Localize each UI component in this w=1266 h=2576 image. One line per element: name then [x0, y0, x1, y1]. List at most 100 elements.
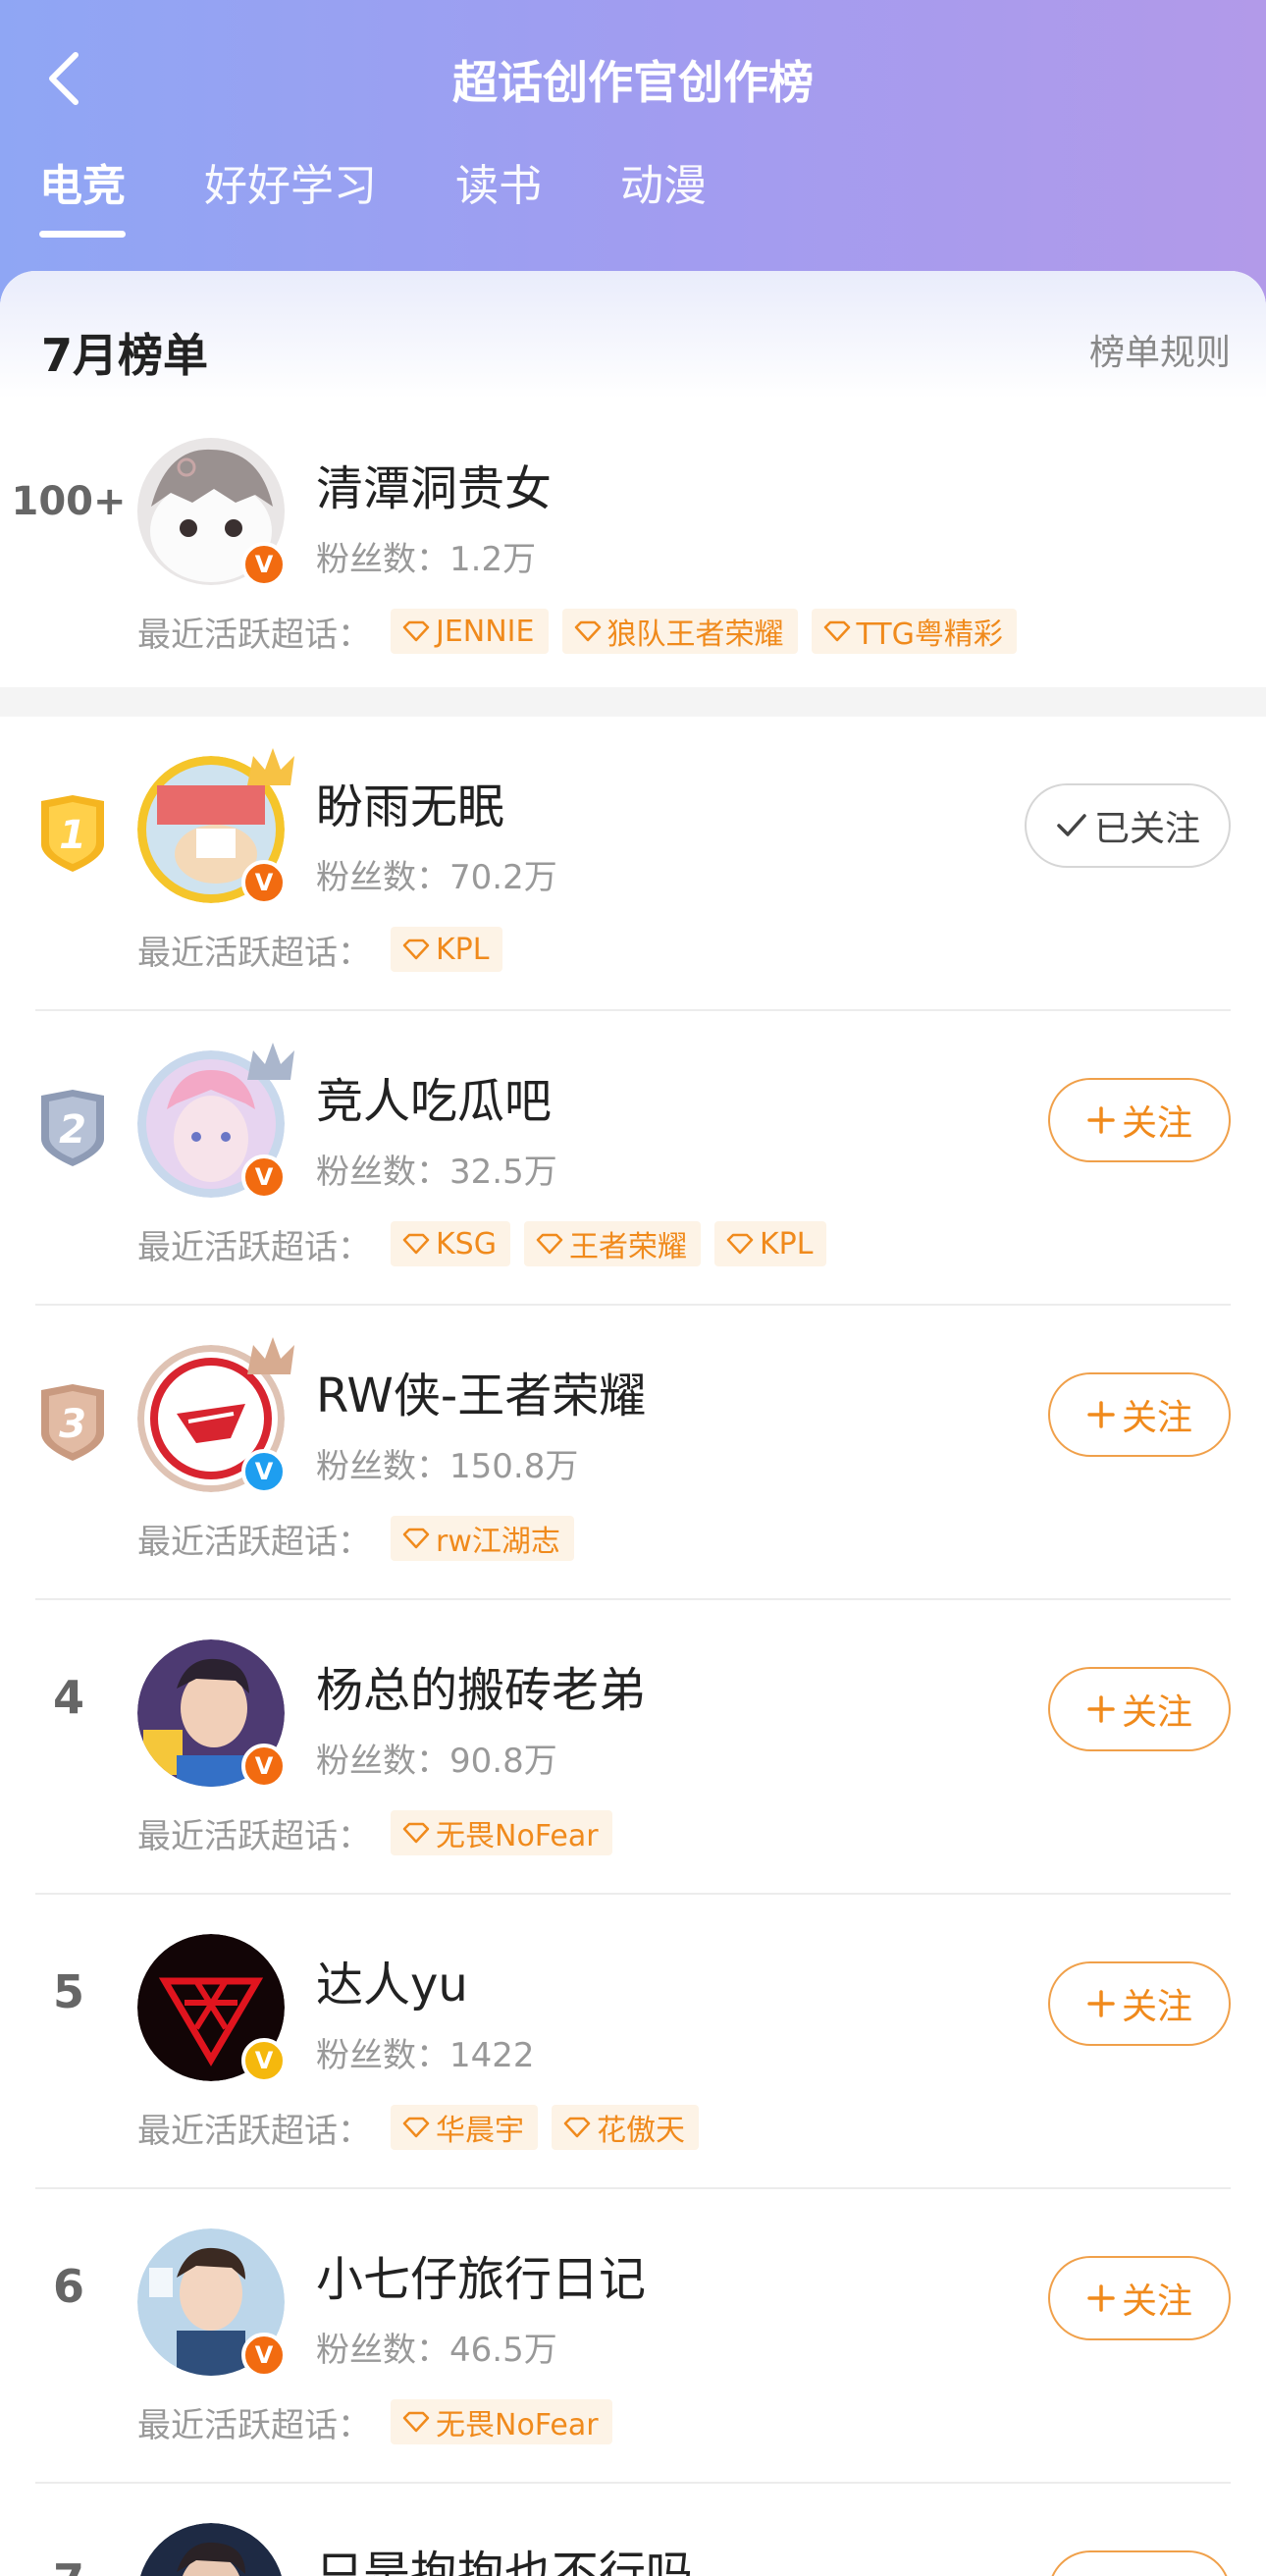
active-topics-label: 最近活跃超话： [137, 1227, 371, 1267]
diamond-icon [823, 620, 850, 642]
follow-button[interactable]: 关注 [1048, 2256, 1231, 2340]
tab-esports[interactable]: 电竞 [39, 157, 126, 245]
svg-text:2: 2 [59, 1107, 86, 1153]
topic-chip[interactable]: 狼队王者荣耀 [561, 609, 798, 654]
diamond-icon [536, 1233, 563, 1255]
active-topics-label: 最近活跃超话： [137, 2405, 371, 2445]
ranking-row[interactable]: 7 只是抱抱也不行吗 关注 [0, 2484, 1266, 2576]
crown-icon [247, 1337, 294, 1374]
active-topics-label: 最近活跃超话： [137, 1522, 371, 1562]
diamond-icon [402, 1528, 430, 1549]
followed-button[interactable]: 已关注 [1025, 783, 1231, 868]
user-name[interactable]: 竞人吃瓜吧 [316, 1062, 552, 1131]
diamond-icon [402, 2411, 430, 2433]
topic-chip[interactable]: 无畏NoFear [391, 2399, 612, 2444]
topic-chip[interactable]: 花傲天 [552, 2105, 699, 2150]
ranking-row[interactable]: 4 V 杨总的搬砖老弟 粉丝数：90.8万 关注 最近活跃超话： 无畏NoFea… [0, 1600, 1266, 1895]
rank-number: 5 [52, 1965, 84, 2018]
user-name[interactable]: 杨总的搬砖老弟 [316, 1651, 646, 1720]
avatar[interactable] [137, 2523, 285, 2576]
fan-count: 粉丝数：1422 [316, 2036, 535, 2075]
topic-chip[interactable]: TTG粤精彩 [811, 609, 1017, 654]
verified-badge-icon: V [241, 1744, 287, 1789]
plus-icon [1087, 1401, 1115, 1428]
diamond-icon [402, 1233, 430, 1255]
active-topics: 最近活跃超话： rw江湖志 [137, 1516, 588, 1562]
active-topics: 最近活跃超话： KSG 王者荣耀 KPL [137, 1221, 840, 1267]
ranking-row[interactable]: 5 V 达人yu 粉丝数：1422 关注 最近活跃超话： 华晨宇 花傲天 [0, 1895, 1266, 2189]
fan-count: 粉丝数：32.5万 [316, 1153, 557, 1192]
user-name[interactable]: 盼雨无眠 [316, 768, 504, 836]
crown-icon [247, 1043, 294, 1080]
topic-chip[interactable]: 华晨宇 [391, 2105, 538, 2150]
verified-badge-icon: V [241, 2038, 287, 2083]
tab-reading[interactable]: 读书 [455, 157, 542, 245]
topic-chip[interactable]: JENNIE [391, 609, 549, 654]
diamond-icon [402, 620, 430, 642]
user-name[interactable]: 小七仔旅行日记 [316, 2240, 646, 2309]
rank-number: 7 [0, 2554, 137, 2576]
fan-count: 粉丝数：1.2万 [316, 540, 537, 579]
follow-button[interactable]: 关注 [1048, 1078, 1231, 1162]
diamond-icon [402, 2117, 430, 2138]
page-title: 超话创作官创作榜 [452, 56, 814, 109]
topic-chip[interactable]: rw江湖志 [391, 1516, 574, 1561]
topic-chip[interactable]: KSG [391, 1221, 510, 1266]
topic-chip[interactable]: 无畏NoFear [391, 1810, 612, 1855]
panel-header: 7月榜单 榜单规则 [0, 271, 1266, 399]
verified-badge-icon: V [241, 2333, 287, 2378]
active-topics-label: 最近活跃超话： [137, 1816, 371, 1856]
topic-chip[interactable]: 王者荣耀 [523, 1221, 701, 1266]
plus-icon [1087, 1990, 1115, 2017]
svg-text:1: 1 [59, 813, 86, 858]
plus-icon [1087, 1695, 1115, 1723]
rank-number: 4 [52, 1671, 84, 1724]
follow-button[interactable]: 关注 [1048, 1667, 1231, 1751]
fan-count: 粉丝数：90.8万 [316, 1742, 557, 1781]
my-rank-row[interactable]: 100+ V 清潭洞贵女 粉丝数：1.2万 最近活跃超话： JENNIE 狼队王… [0, 399, 1266, 687]
plus-icon [1087, 2284, 1115, 2312]
ranking-row[interactable]: 1 V 盼雨无眠 粉丝数：70.2万 已关注 最近活跃超话： KPL [0, 717, 1266, 1011]
user-name[interactable]: 只是抱抱也不行吗 [316, 2535, 693, 2576]
verified-badge-icon: V [241, 860, 287, 905]
category-tabs: 电竞 好好学习 读书 动漫 [39, 157, 785, 245]
active-topics: 最近活跃超话： 无畏NoFear [137, 1810, 626, 1856]
fan-count: 粉丝数：150.8万 [316, 1447, 579, 1486]
follow-button[interactable]: 关注 [1048, 2550, 1231, 2576]
active-topics-label: 最近活跃超话： [137, 2111, 371, 2151]
user-name[interactable]: 达人yu [316, 1946, 468, 2014]
user-name[interactable]: RW侠-王者荣耀 [316, 1357, 646, 1425]
follow-button[interactable]: 关注 [1048, 1961, 1231, 2046]
ranking-row[interactable]: 2 V 竞人吃瓜吧 粉丝数：32.5万 关注 最近活跃超话： KSG 王者荣耀 … [0, 1011, 1266, 1306]
active-topics-label: 最近活跃超话： [137, 933, 371, 973]
diamond-icon [563, 2117, 591, 2138]
active-topics-label: 最近活跃超话： [137, 615, 371, 655]
verified-badge-icon: V [241, 1154, 287, 1200]
ranking-row[interactable]: 3 V RW侠-王者荣耀 粉丝数：150.8万 关注 最近活跃超话： rw江湖志 [0, 1306, 1266, 1600]
active-topics: 最近活跃超话： 无畏NoFear [137, 2399, 626, 2445]
fan-count: 粉丝数：46.5万 [316, 2331, 557, 2370]
tab-anime[interactable]: 动漫 [620, 157, 707, 245]
topic-chip[interactable]: KPL [391, 927, 503, 972]
month-title: 7月榜单 [41, 329, 209, 382]
ranking-row[interactable]: 6 V 小七仔旅行日记 粉丝数：46.5万 关注 最近活跃超话： 无畏NoFea… [0, 2189, 1266, 2484]
rank-number: 100+ [11, 479, 127, 524]
verified-badge-icon: V [241, 542, 287, 587]
active-topics: 最近活跃超话： KPL [137, 927, 516, 973]
svg-text:3: 3 [59, 1402, 86, 1447]
rules-link[interactable]: 榜单规则 [1089, 324, 1231, 375]
user-name[interactable]: 清潭洞贵女 [316, 450, 552, 518]
verified-badge-icon: V [241, 1449, 287, 1494]
follow-button[interactable]: 关注 [1048, 1372, 1231, 1457]
crown-icon [247, 748, 294, 785]
topic-chip[interactable]: KPL [713, 1221, 827, 1266]
tab-study[interactable]: 好好学习 [204, 157, 377, 245]
bronze-medal-icon: 3 [41, 1384, 104, 1461]
plus-icon [1087, 1106, 1115, 1134]
fan-count: 粉丝数：70.2万 [316, 858, 557, 897]
section-divider [0, 687, 1266, 717]
rank-number: 6 [52, 2260, 84, 2313]
gold-medal-icon: 1 [41, 795, 104, 872]
diamond-icon [726, 1233, 754, 1255]
active-topics: 最近活跃超话： JENNIE 狼队王者荣耀 TTG粤精彩 [137, 609, 1030, 655]
